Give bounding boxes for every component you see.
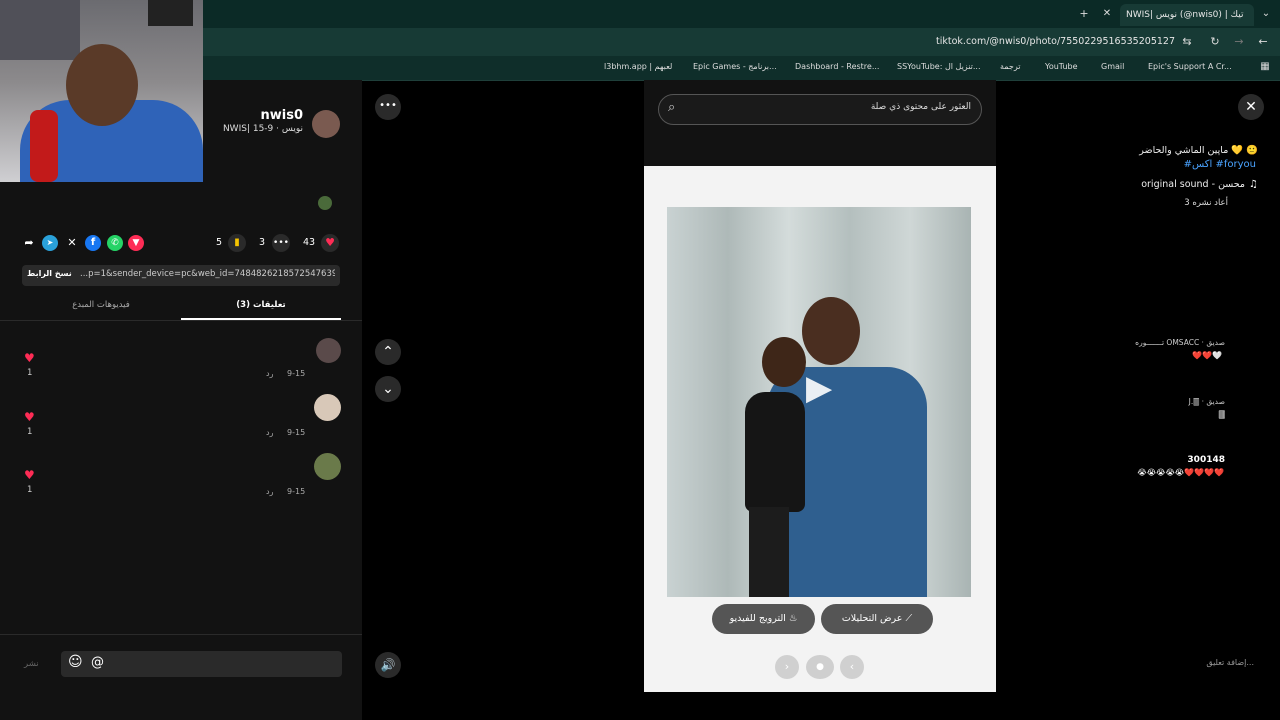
composer-divider (0, 634, 362, 635)
comment-icon[interactable]: ••• (272, 234, 290, 252)
bookmark-gmail[interactable]: Gmail (1101, 60, 1124, 74)
comment-avatar[interactable] (314, 394, 341, 421)
comment-like-count: 1 (27, 368, 33, 378)
carousel-dot[interactable]: ● (806, 655, 834, 679)
repost-count[interactable]: 3 أعاد نشره (1184, 198, 1228, 208)
view-analytics-button[interactable]: عرض التحليلات ⟋ (821, 604, 933, 634)
mention-icon[interactable]: @ (91, 655, 104, 670)
bookmark-icon[interactable]: ▮ (228, 234, 246, 252)
comment-like-icon[interactable]: ♥ (24, 410, 35, 424)
copy-link-button[interactable]: نسخ الرابط (27, 269, 72, 278)
forward-icon[interactable]: → (1231, 34, 1247, 50)
bookmark-epic-support[interactable]: Epic's Support A Cr... (1148, 60, 1232, 74)
flame-icon: ♨ (788, 613, 798, 624)
back-icon[interactable]: ← (1255, 34, 1271, 50)
previous-post-button[interactable]: ⌃ (375, 339, 401, 365)
next-post-button[interactable]: ⌄ (375, 376, 401, 402)
repost-avatar (318, 196, 332, 210)
author-avatar[interactable] (312, 110, 340, 138)
bookmark-l3bhm[interactable]: l3bhm.app | لعبهم (604, 60, 672, 74)
x-twitter-icon[interactable]: ✕ (64, 235, 80, 251)
tiktok-share-icon[interactable]: ▼ (128, 235, 144, 251)
tab-creator-videos[interactable]: فيديوهات المبدع (22, 300, 180, 310)
bookmark-youtube[interactable]: YouTube (1045, 60, 1078, 74)
search-icon[interactable]: ⌕ (668, 100, 675, 115)
post-hashtags[interactable]: #اكس #foryou (1184, 159, 1256, 170)
apps-grid-icon[interactable]: ▦ (1257, 59, 1273, 75)
volume-icon[interactable]: 🔊 (375, 652, 401, 678)
comment-user[interactable]: J.🀫 · صديق (1189, 397, 1225, 407)
promote-label: الترويج للفيديو (729, 613, 786, 624)
promote-video-button[interactable]: الترويج للفيديو ♨ (712, 604, 815, 634)
comment-date: 9-15 (287, 428, 306, 437)
webcam-wall (0, 0, 80, 60)
share-icon[interactable]: ➦ (21, 235, 37, 251)
comment-date: 9-15 (287, 487, 306, 496)
comment-like-count: 1 (27, 427, 33, 437)
carousel-next-icon[interactable]: ‹ (840, 655, 864, 679)
comment-text: ❤️❤️🤍 (1192, 351, 1222, 360)
comment-like-icon[interactable]: ♥ (24, 351, 35, 365)
bookmark-translate[interactable]: ترجمة (1000, 60, 1021, 74)
photo-child-body (745, 392, 805, 512)
webcam-person-face (66, 44, 138, 126)
author-username[interactable]: nwis0 (260, 108, 303, 123)
post-meta: NWIS| نويس · 9-15 (222, 124, 303, 134)
more-options-button[interactable]: ••• (375, 94, 401, 120)
analytics-label: عرض التحليلات (841, 613, 903, 624)
comment-date: 9-15 (287, 369, 306, 378)
bookmark-ssyoutube[interactable]: SSYouTube: تنزيل ال... (897, 60, 981, 74)
comment-user[interactable]: تـــــــوره OMSACC · صديق (1135, 338, 1225, 347)
like-icon[interactable]: ♥ (321, 234, 339, 252)
reply-button[interactable]: رد (266, 487, 273, 496)
post-caption: ماپين الماشي والحاضر 💛 🙂 (1139, 145, 1258, 156)
new-tab-button[interactable]: + (1076, 6, 1092, 22)
tab-search-chevron-icon[interactable]: ⌄ (1258, 6, 1274, 22)
photo-child-legs (749, 507, 789, 597)
save-count: 5 (216, 237, 223, 248)
reload-icon[interactable]: ↻ (1207, 34, 1223, 50)
music-note-icon: ♫ (1249, 179, 1258, 190)
active-tab[interactable]: NWIS| نويس (@nwis0) | تيك (1120, 4, 1254, 26)
like-count: 43 (303, 237, 316, 248)
url-field[interactable]: tiktok.com/@nwis0/photo/7550229516535205… (930, 33, 1175, 51)
comment-placeholder: إضافة تعليق... (1206, 658, 1254, 667)
bookmark-epic-games[interactable]: Epic Games - برنامج... (693, 60, 777, 74)
comment-text: 🀫 (1218, 410, 1225, 419)
webcam-overlay (0, 0, 203, 182)
webcam-shelf-object (148, 0, 193, 26)
telegram-icon[interactable]: ➤ (42, 235, 58, 251)
chart-icon: ⟋ (905, 613, 913, 624)
site-settings-icon[interactable]: ⇆ (1179, 34, 1195, 50)
search-placeholder: العثور على محتوى ذي صلة (870, 102, 971, 112)
close-viewer-button[interactable]: ✕ (1238, 94, 1264, 120)
photo-man-head (802, 297, 860, 365)
reply-button[interactable]: رد (266, 369, 273, 378)
whatsapp-icon[interactable]: ✆ (107, 235, 123, 251)
comment-count: 3 (259, 237, 266, 248)
post-comment-button[interactable]: نشر (24, 659, 39, 669)
comment-text: 😭😭😭😭😭❤️❤️❤️❤️ (1137, 468, 1224, 477)
play-icon[interactable]: ▶ (806, 368, 832, 408)
tabs-divider (0, 320, 362, 321)
bookmark-dashboard[interactable]: Dashboard - Restre... (795, 60, 879, 74)
emoji-icon[interactable]: ☺ (68, 654, 83, 670)
comment-avatar[interactable] (314, 453, 341, 480)
comment-user[interactable]: 300148 (1187, 455, 1225, 465)
comment-like-count: 1 (27, 485, 33, 495)
facebook-icon[interactable]: f (85, 235, 101, 251)
tab-title: NWIS| نويس (@nwis0) | تيك (1126, 10, 1244, 20)
carousel-prev-icon[interactable]: › (775, 655, 799, 679)
close-tab-icon[interactable]: ✕ (1099, 6, 1115, 22)
comment-like-icon[interactable]: ♥ (24, 468, 35, 482)
webcam-microphone (30, 110, 58, 182)
photo-child-head (762, 337, 806, 387)
sound-link[interactable]: original sound - محسن (1141, 179, 1245, 190)
comment-avatar[interactable] (316, 338, 341, 363)
reply-button[interactable]: رد (266, 428, 273, 437)
share-link: ...p=1&sender_device=pc&web_id=748482621… (80, 269, 335, 279)
tab-comments[interactable]: تعليقات (3) (181, 300, 341, 310)
